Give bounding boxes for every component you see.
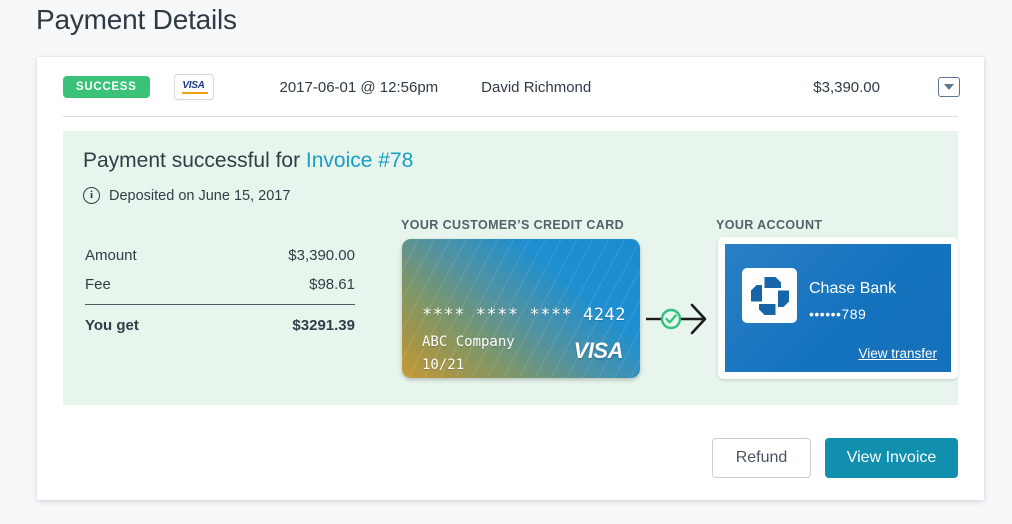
visa-brand-label: VISA (182, 80, 205, 91)
status-badge: SUCCESS (63, 75, 150, 99)
amount-divider (85, 304, 355, 305)
payment-header-row: SUCCESS VISA 2017-06-01 @ 12:56pm David … (37, 57, 984, 117)
card-holder-name: ABC Company (422, 334, 515, 350)
chevron-down-glyph (944, 84, 954, 90)
transfer-connector (646, 299, 712, 339)
amount-row-label: Amount (85, 247, 137, 264)
card-number: **** **** **** 4242 (422, 305, 626, 325)
total-value: $3291.39 (292, 317, 355, 334)
account-section-label: YOUR ACCOUNT (716, 218, 823, 232)
credit-card-section-label: YOUR CUSTOMER’S CREDIT CARD (401, 218, 625, 232)
fee-row: Fee $98.61 (85, 270, 355, 299)
amount-breakdown: Amount $3,390.00 Fee $98.61 You get $329… (85, 241, 355, 340)
fee-row-value: $98.61 (309, 276, 355, 293)
customer-name: David Richmond (481, 78, 592, 96)
chevron-down-icon[interactable] (938, 77, 960, 97)
payment-success-panel: Payment successful for Invoice #78 i Dep… (63, 131, 958, 405)
view-transfer-link[interactable]: View transfer (858, 346, 937, 361)
total-row: You get $3291.39 (85, 309, 355, 340)
info-icon: i (83, 187, 100, 204)
success-headline-text: Payment successful for (83, 149, 306, 172)
amount-row-value: $3,390.00 (288, 247, 355, 264)
success-headline: Payment successful for Invoice #78 (83, 149, 413, 173)
visa-swoosh (181, 92, 208, 94)
amount-row: Amount $3,390.00 (85, 241, 355, 270)
refund-button[interactable]: Refund (712, 438, 811, 478)
account-card-inner: Chase Bank ••••••789 View transfer (725, 244, 951, 372)
your-account-card[interactable]: Chase Bank ••••••789 View transfer (718, 237, 958, 379)
chase-logo-icon (742, 268, 797, 323)
deposit-note-row: i Deposited on June 15, 2017 (83, 187, 290, 204)
card-expiry: 10/21 (422, 357, 465, 373)
visa-logo-icon: VISA (573, 338, 624, 363)
payment-amount: $3,390.00 (813, 78, 880, 96)
visa-brand-icon: VISA (173, 74, 214, 100)
payment-date: 2017-06-01 @ 12:56pm (279, 78, 439, 96)
arrow-right-icon (646, 303, 707, 335)
payment-details-panel: SUCCESS VISA 2017-06-01 @ 12:56pm David … (37, 57, 984, 500)
panel-footer: Refund View Invoice (712, 438, 958, 478)
total-label: You get (85, 317, 139, 334)
invoice-link[interactable]: Invoice #78 (306, 149, 413, 172)
bank-name: Chase Bank (809, 280, 897, 297)
page-title: Payment Details (36, 4, 237, 35)
customer-credit-card: **** **** **** 4242 ABC Company 10/21 VI… (402, 239, 640, 378)
fee-row-label: Fee (85, 276, 111, 293)
chase-octagon-glyph (750, 276, 789, 315)
deposit-note-text: Deposited on June 15, 2017 (109, 187, 291, 204)
view-invoice-button[interactable]: View Invoice (825, 438, 958, 478)
account-number: ••••••789 (809, 306, 867, 322)
